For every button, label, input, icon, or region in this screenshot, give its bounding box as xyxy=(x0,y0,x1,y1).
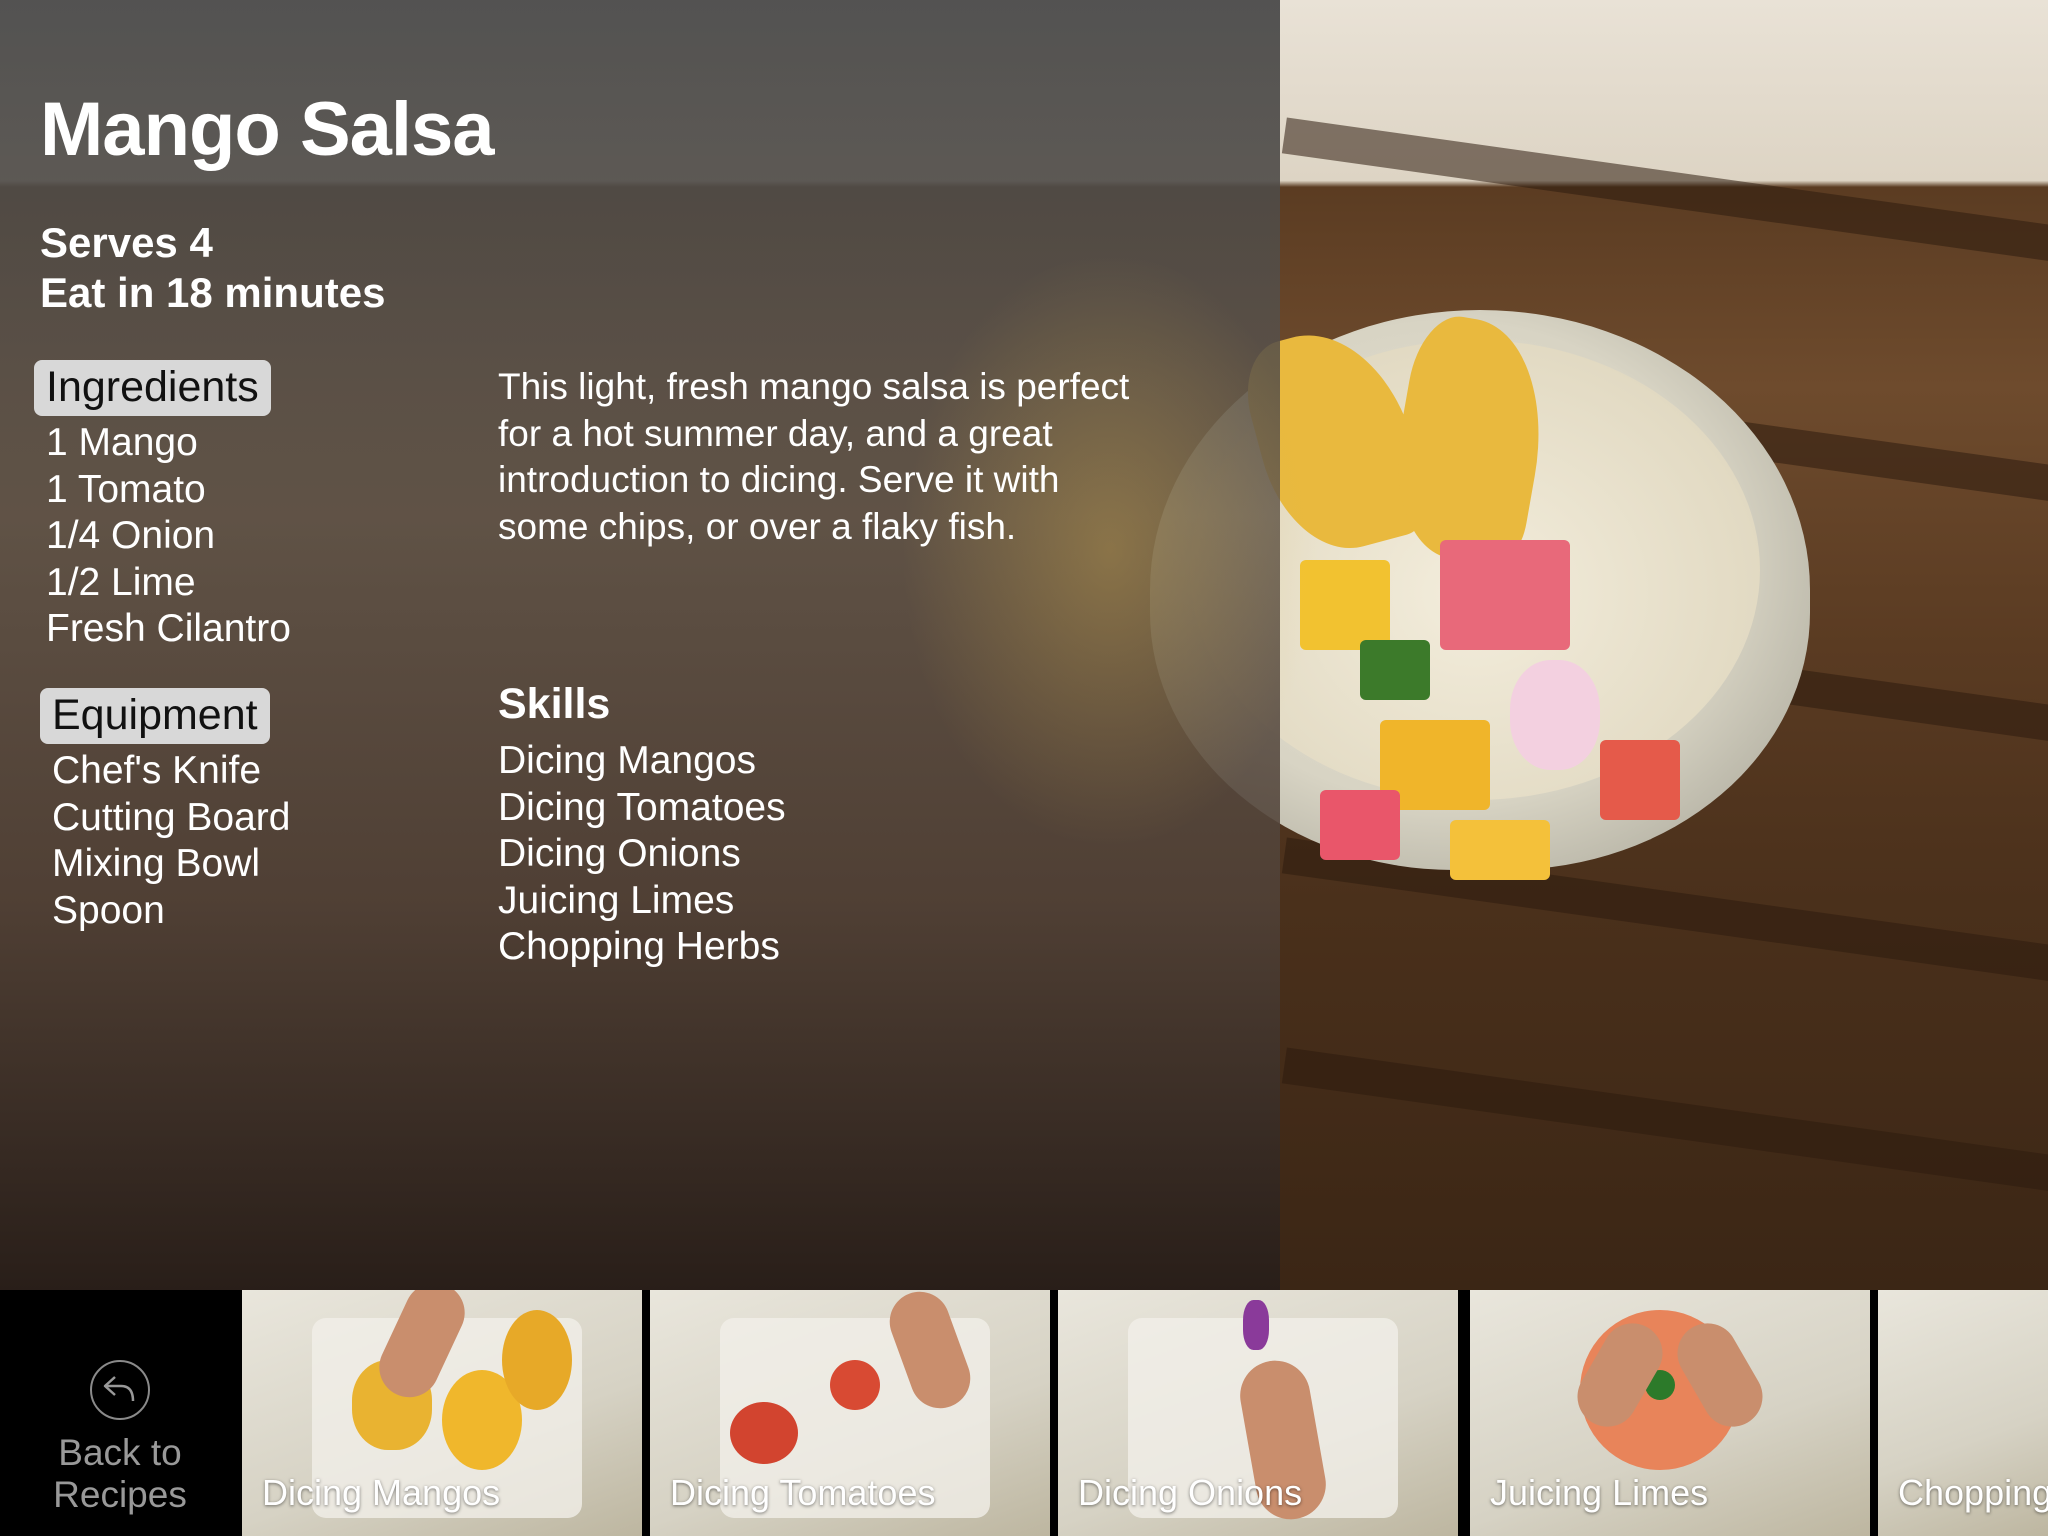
red-onion xyxy=(1243,1300,1269,1350)
skill-item: Juicing Limes xyxy=(498,878,735,922)
ingredient-item: 1 Tomato xyxy=(46,467,206,511)
ingredients-heading: Ingredients xyxy=(34,360,271,416)
video-thumb-dicing-mangos[interactable]: Dicing Mangos xyxy=(242,1290,642,1536)
reply-arrow-icon xyxy=(90,1360,150,1420)
tomato xyxy=(830,1360,880,1410)
photo-plank xyxy=(1281,1047,2048,1209)
ingredient-item: 1/4 Onion xyxy=(46,514,216,557)
panel-glow xyxy=(900,250,1320,850)
recipe-info-panel: Mango Salsa Serves 4 Eat in 18 minutes I… xyxy=(0,0,1320,1290)
skill-item: Chopping Herbs xyxy=(498,925,780,968)
equipment-item: Spoon xyxy=(52,888,165,932)
back-label-line2: Recipes xyxy=(53,1474,187,1515)
equipment-item: Mixing Bowl xyxy=(52,842,261,885)
equipment-list: Chef's Knife Cutting Board Mixing Bowl S… xyxy=(52,748,290,934)
equipment-item: Cutting Board xyxy=(52,795,291,839)
ingredient-item: 1 Mango xyxy=(46,421,198,464)
skill-item: Dicing Mangos xyxy=(498,739,756,782)
photo-plank xyxy=(1281,117,2048,279)
skill-item: Dicing Tomatoes xyxy=(498,785,786,829)
video-thumb-label: Dicing Tomatoes xyxy=(670,1472,936,1513)
back-label-line1: Back to xyxy=(58,1432,182,1473)
time-label: Eat in 18 minutes xyxy=(40,269,386,316)
salsa-tomato xyxy=(1440,540,1570,650)
video-thumb-chopping[interactable]: Chopping xyxy=(1878,1290,2048,1536)
recipe-title: Mango Salsa xyxy=(40,87,495,172)
skills-heading: Skills xyxy=(498,680,611,728)
skill-item: Dicing Onions xyxy=(498,832,741,875)
salsa-cilantro xyxy=(1360,640,1430,700)
back-to-recipes-label: Back to Recipes xyxy=(0,1432,240,1516)
salsa-tomato xyxy=(1600,740,1680,820)
skills-list: Dicing Mangos Dicing Tomatoes Dicing Oni… xyxy=(498,738,786,971)
video-thumb-dicing-onions[interactable]: Dicing Onions xyxy=(1058,1290,1458,1536)
video-thumb-label: Dicing Mangos xyxy=(262,1472,501,1513)
video-thumb-label: Dicing Onions xyxy=(1078,1472,1303,1513)
mango-half xyxy=(502,1310,572,1410)
recipe-meta: Serves 4 Eat in 18 minutes xyxy=(40,218,385,318)
recipe-description: This light, fresh mango salsa is perfect… xyxy=(498,366,1130,547)
video-thumb-label: Juicing Limes xyxy=(1490,1472,1709,1513)
back-to-recipes-button[interactable]: Back to Recipes xyxy=(0,1290,240,1536)
equipment-item: Chef's Knife xyxy=(52,749,262,792)
ingredient-item: Fresh Cilantro xyxy=(46,607,291,650)
salsa-onion xyxy=(1510,660,1600,770)
video-thumb-label: Chopping xyxy=(1898,1472,2048,1513)
ingredient-item: 1/2 Lime xyxy=(46,560,196,604)
video-strip: Back to Recipes Dicing Mangos Dicing Tom… xyxy=(0,1290,2048,1536)
salsa-tomato xyxy=(1320,790,1400,860)
equipment-heading: Equipment xyxy=(40,688,270,744)
tomato xyxy=(730,1402,798,1464)
serves-label: Serves 4 xyxy=(40,219,213,266)
salsa-mango xyxy=(1450,820,1550,880)
video-thumb-dicing-tomatoes[interactable]: Dicing Tomatoes xyxy=(650,1290,1050,1536)
video-thumb-juicing-limes[interactable]: Juicing Limes xyxy=(1470,1290,1870,1536)
ingredients-list: 1 Mango 1 Tomato 1/4 Onion 1/2 Lime Fres… xyxy=(46,420,291,653)
